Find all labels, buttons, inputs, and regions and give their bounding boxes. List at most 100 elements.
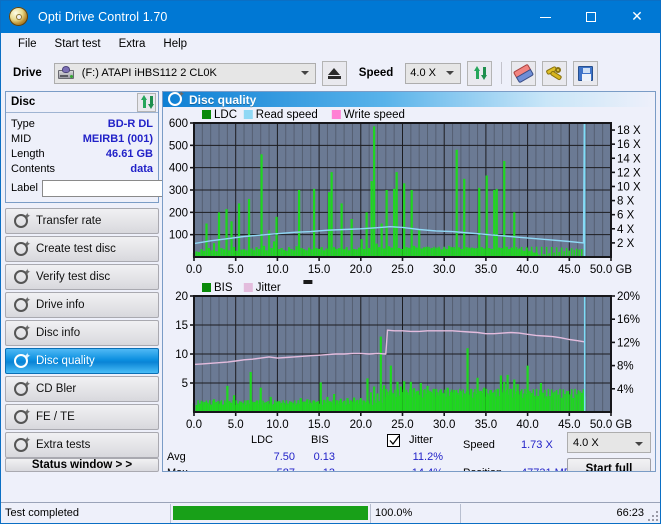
sidebar-item-cd-bler[interactable]: ✦ CD Bler xyxy=(5,376,159,402)
svg-text:30.0: 30.0 xyxy=(433,419,455,431)
drive-select-value: (F:) ATAPI iHBS112 2 CL0K xyxy=(78,67,217,79)
drive-icon xyxy=(58,66,74,80)
sidebar-item-transfer-rate[interactable]: ✦ Transfer rate xyxy=(5,208,159,234)
svg-text:15.0: 15.0 xyxy=(308,264,330,276)
cd-disc-icon xyxy=(8,6,30,28)
svg-text:35.0: 35.0 xyxy=(475,419,497,431)
svg-text:4%: 4% xyxy=(617,384,634,396)
eraser-icon xyxy=(513,63,534,83)
menu-file[interactable]: File xyxy=(9,36,46,52)
svg-text:10.0: 10.0 xyxy=(266,419,288,431)
svg-text:15.0: 15.0 xyxy=(308,419,330,431)
sidebar-item-label: Verify test disc xyxy=(36,271,110,283)
disc-quality-icon: ✦ xyxy=(168,92,183,107)
sidebar-nav: ✦ Transfer rate ✦ Create test disc ✦ Ver… xyxy=(5,208,159,458)
speed-select[interactable]: 4.0 X xyxy=(405,63,461,84)
drive-select[interactable]: (F:) ATAPI iHBS112 2 CL0K xyxy=(54,63,316,84)
sidebar-item-label: Extra tests xyxy=(36,439,90,451)
refresh-icon xyxy=(472,65,488,81)
svg-text:20.0: 20.0 xyxy=(350,419,372,431)
speed-stat-value: 1.73 X xyxy=(521,439,553,451)
menu-start-test[interactable]: Start test xyxy=(46,36,110,52)
start-full-button[interactable]: Start full xyxy=(567,458,651,472)
svg-text:45.0: 45.0 xyxy=(558,264,580,276)
window-controls: ✕ xyxy=(522,1,660,33)
page-title: Disc quality xyxy=(189,93,256,107)
menu-bar: File Start test Extra Help xyxy=(1,33,660,55)
minimize-button[interactable] xyxy=(522,1,568,33)
svg-text:45.0: 45.0 xyxy=(558,419,580,431)
eject-button[interactable] xyxy=(322,61,347,86)
disc-ring-icon: ✦ xyxy=(14,270,29,285)
position-label: Position xyxy=(463,467,502,472)
svg-text:LDC: LDC xyxy=(214,109,237,121)
svg-text:12 X: 12 X xyxy=(617,167,641,179)
close-button[interactable]: ✕ xyxy=(614,1,660,33)
svg-text:5: 5 xyxy=(182,378,188,390)
sidebar-item-verify-test-disc[interactable]: ✦ Verify test disc xyxy=(5,264,159,290)
menu-extra[interactable]: Extra xyxy=(110,36,155,52)
ldc-chart: LDCRead speedWrite speed1002003004005006… xyxy=(163,107,655,279)
position-value: 47731 MB xyxy=(521,467,571,472)
svg-text:4 X: 4 X xyxy=(617,224,635,236)
disc-info-panel: Disc Type BD-R DL MID MEIRB1 (001) xyxy=(5,91,159,203)
svg-text:35.0: 35.0 xyxy=(475,264,497,276)
svg-text:14 X: 14 X xyxy=(617,153,641,165)
speed-label: Speed xyxy=(359,67,394,79)
disc-row-mid-key: MID xyxy=(11,133,31,145)
sidebar-item-fe-te[interactable]: ✦ FE / TE xyxy=(5,404,159,430)
progress-track xyxy=(173,506,368,520)
chevron-down-icon xyxy=(301,71,309,75)
status-bar: Test completed 100.0% 66:23 xyxy=(1,502,660,523)
row-label-max: Max xyxy=(167,467,188,472)
disc-ring-icon: ✦ xyxy=(14,298,29,313)
save-button[interactable] xyxy=(573,61,598,86)
sidebar-item-label: CD Bler xyxy=(36,383,76,395)
disc-row-length-value: 46.61 GB xyxy=(106,148,153,160)
avg-jitter-value: 11.2% xyxy=(395,451,443,463)
erase-button[interactable] xyxy=(511,61,536,86)
save-floppy-icon xyxy=(578,66,593,81)
sidebar-item-extra-tests[interactable]: ✦ Extra tests xyxy=(5,432,159,458)
status-window-button[interactable]: Status window > > xyxy=(5,458,159,472)
disc-ring-icon: ✦ xyxy=(14,410,29,425)
sidebar-item-create-test-disc[interactable]: ✦ Create test disc xyxy=(5,236,159,262)
ldc-chart-svg: LDCRead speedWrite speed1002003004005006… xyxy=(163,107,653,279)
max-ldc-value: 587 xyxy=(255,467,295,472)
refresh-button[interactable] xyxy=(467,61,492,86)
sidebar-item-drive-info[interactable]: ✦ Drive info xyxy=(5,292,159,318)
menu-help[interactable]: Help xyxy=(154,36,196,52)
panel-header: ✦ Disc quality xyxy=(163,92,655,107)
maximize-button[interactable] xyxy=(568,1,614,33)
svg-text:15: 15 xyxy=(175,320,188,332)
svg-text:25.0: 25.0 xyxy=(391,264,413,276)
sidebar-item-disc-info[interactable]: ✦ Disc info xyxy=(5,320,159,346)
tools-button[interactable] xyxy=(542,61,567,86)
jitter-checkbox[interactable] xyxy=(387,434,400,447)
disc-row-type-key: Type xyxy=(11,118,35,130)
sidebar-item-label: Disc info xyxy=(36,327,80,339)
sidebar-item-label: Create test disc xyxy=(36,243,116,255)
svg-text:30.0: 30.0 xyxy=(433,264,455,276)
resize-grip-icon[interactable] xyxy=(647,510,658,521)
sidebar-item-label: Transfer rate xyxy=(36,215,101,227)
svg-text:Read speed: Read speed xyxy=(256,109,318,121)
svg-text:25.0: 25.0 xyxy=(391,419,413,431)
window-title: Opti Drive Control 1.70 xyxy=(38,10,167,24)
app-window: Opti Drive Control 1.70 ✕ File Start tes… xyxy=(0,0,661,524)
disc-row-mid: MID MEIRB1 (001) xyxy=(11,131,153,146)
svg-text:Write speed: Write speed xyxy=(344,109,405,121)
disc-refresh-button[interactable] xyxy=(137,93,156,112)
sidebar-item-label: Drive info xyxy=(36,299,85,311)
svg-text:300: 300 xyxy=(169,185,188,197)
toolbar-separator xyxy=(501,62,502,84)
max-bis-value: 13 xyxy=(303,467,335,472)
svg-text:40.0: 40.0 xyxy=(516,419,538,431)
disc-row-contents-value: data xyxy=(130,163,153,175)
disc-ring-icon: ✦ xyxy=(14,326,29,341)
col-header-bis: BIS xyxy=(311,434,329,446)
test-speed-select[interactable]: 4.0 X xyxy=(567,432,651,453)
svg-text:6 X: 6 X xyxy=(617,210,635,222)
sidebar-item-disc-quality[interactable]: ✦ Disc quality xyxy=(5,348,159,374)
svg-text:16%: 16% xyxy=(617,314,640,326)
